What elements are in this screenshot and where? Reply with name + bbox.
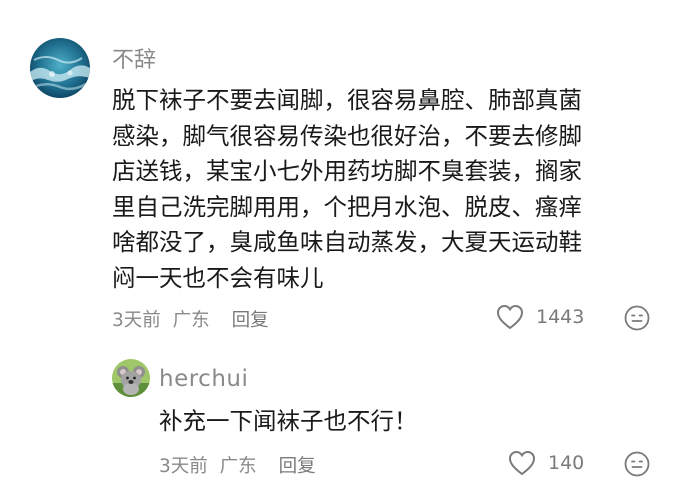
comment-location: 广东 xyxy=(172,310,210,331)
reply-reply-button[interactable]: 回复 xyxy=(279,456,316,477)
comment-text-line: 脱下袜子不要去闻脚，很容易鼻腔、肺部真菌 xyxy=(112,86,582,114)
comment-time: 3天前 xyxy=(112,310,161,331)
comment-text: 脱下袜子不要去闻脚，很容易鼻腔、肺部真菌 感染，脚气很容易传染也很好治，不要去修… xyxy=(112,83,672,297)
comment-text-line: 店送钱，某宝小七外用药坊脚不臭套装，搁家 xyxy=(112,157,582,186)
reply-button[interactable]: 回复 xyxy=(232,310,269,331)
smiley-face-icon xyxy=(624,305,650,331)
ocean-wave-avatar-icon xyxy=(30,38,90,98)
heart-outline-icon xyxy=(496,304,524,330)
reply-like-count: 140 xyxy=(548,452,585,474)
like-button[interactable]: 1443 xyxy=(496,304,584,330)
like-count: 1443 xyxy=(536,306,585,328)
reply-time: 3天前 xyxy=(159,456,208,477)
comment-text-line: 感染，脚气很容易传染也很好治，不要去修脚 xyxy=(112,121,582,150)
heart-outline-icon xyxy=(508,450,536,476)
comment-text-line: 闷一天也不会有味儿 xyxy=(112,263,324,292)
comment-text-line: 啥都没了，臭咸鱼味自动蒸发，大夏天运动鞋 xyxy=(112,228,582,257)
reply-text: 补充一下闻袜子也不行！ xyxy=(159,407,418,435)
koala-avatar-icon xyxy=(112,359,150,397)
reply-username[interactable]: herchui xyxy=(159,366,248,392)
reply-like-button[interactable]: 140 xyxy=(508,450,584,476)
reply-location: 广东 xyxy=(219,456,257,477)
comment-username[interactable]: 不辞 xyxy=(112,42,156,74)
emoji-reaction-button[interactable] xyxy=(624,305,650,335)
comment-text-line: 里自己洗完脚用用，个把月水泡、脱皮、瘙痒 xyxy=(112,192,582,221)
reply-meta: 3天前 广东 回复 xyxy=(159,452,322,478)
comment-meta: 3天前 广东 回复 xyxy=(112,306,275,332)
smiley-face-icon xyxy=(624,451,650,477)
reply-user-avatar[interactable] xyxy=(112,359,150,397)
user-avatar[interactable] xyxy=(30,38,90,98)
reply-emoji-reaction-button[interactable] xyxy=(624,451,650,481)
